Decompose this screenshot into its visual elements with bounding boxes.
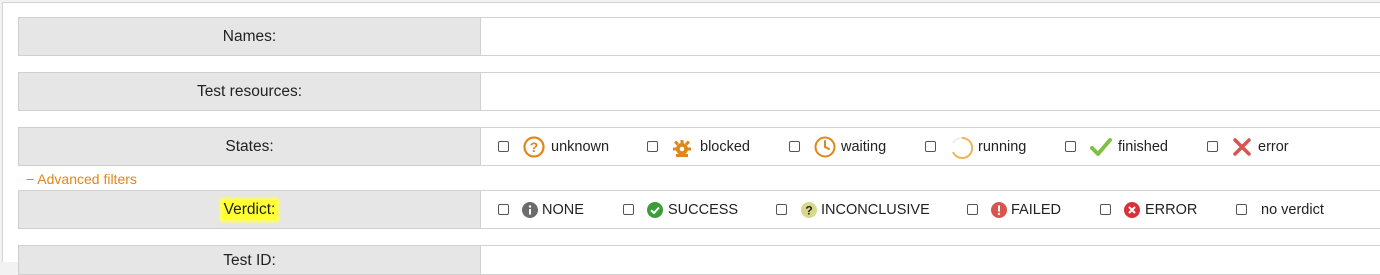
verdict-inconclusive-label: INCONCLUSIVE	[821, 202, 930, 218]
exclamation-circle-icon	[991, 202, 1007, 218]
state-error-label: error	[1258, 139, 1289, 155]
clock-icon	[814, 136, 836, 158]
checkmark-icon	[1090, 137, 1112, 157]
verdict-none-checkbox[interactable]	[498, 204, 509, 215]
x-circle-icon	[1124, 202, 1140, 218]
verdict-label: Verdict:	[221, 199, 278, 220]
verdict-options: NONE SUCCESS ? INCONCLUSIVE FAILED ERROR…	[480, 190, 1380, 229]
info-circle-icon	[522, 202, 538, 218]
state-blocked-checkbox[interactable]	[647, 141, 658, 152]
verdict-no-verdict-checkbox[interactable]	[1236, 204, 1247, 215]
state-blocked-label: blocked	[700, 139, 750, 155]
red-x-icon	[1233, 138, 1251, 156]
advanced-filters-link[interactable]: − Advanced filters	[26, 171, 137, 187]
test-id-label-cell: Test ID:	[18, 245, 480, 275]
verdict-none-label: NONE	[542, 202, 584, 218]
verdict-label-cell: Verdict:	[18, 190, 480, 229]
state-finished-label: finished	[1118, 139, 1168, 155]
names-label: Names:	[18, 17, 480, 56]
verdict-row: Verdict: NONE SUCCESS ? INCONCLUSIVE FAI…	[18, 190, 1380, 229]
verdict-error-checkbox[interactable]	[1100, 204, 1111, 215]
state-waiting-label: waiting	[841, 139, 887, 155]
names-row: Names:	[18, 17, 1380, 56]
test-id-label: Test ID:	[223, 252, 276, 269]
state-error-checkbox[interactable]	[1207, 141, 1218, 152]
names-input[interactable]	[480, 17, 1380, 56]
test-resources-input[interactable]	[480, 72, 1380, 111]
state-unknown-label: unknown	[551, 139, 610, 155]
state-finished-checkbox[interactable]	[1065, 141, 1076, 152]
states-label: States:	[18, 127, 480, 166]
state-running-checkbox[interactable]	[925, 141, 936, 152]
test-id-input[interactable]	[480, 245, 1380, 275]
verdict-error-label: ERROR	[1145, 202, 1198, 218]
blocked-gear-icon	[670, 135, 694, 159]
verdict-success-checkbox[interactable]	[623, 204, 634, 215]
verdict-failed-label: FAILED	[1011, 202, 1061, 218]
test-id-row: Test ID:	[18, 245, 1380, 275]
test-resources-label: Test resources:	[18, 72, 480, 111]
verdict-inconclusive-checkbox[interactable]	[776, 204, 787, 215]
states-options: ? unknown blocked waiting running finish…	[480, 127, 1380, 166]
question-circle-icon: ?	[523, 136, 545, 158]
svg-text:?: ?	[805, 204, 812, 218]
verdict-success-label: SUCCESS	[668, 202, 739, 218]
states-row: States: ? unknown blocked waiting runnin…	[18, 127, 1380, 166]
test-resources-row: Test resources:	[18, 72, 1380, 111]
question-circle-icon: ?	[801, 202, 817, 218]
svg-text:?: ?	[530, 139, 539, 155]
state-unknown-checkbox[interactable]	[498, 141, 509, 152]
state-running-label: running	[978, 139, 1027, 155]
verdict-failed-checkbox[interactable]	[967, 204, 978, 215]
state-waiting-checkbox[interactable]	[789, 141, 800, 152]
verdict-no-verdict-label: no verdict	[1261, 202, 1324, 218]
check-circle-icon	[647, 202, 663, 218]
spinner-icon	[950, 136, 974, 160]
